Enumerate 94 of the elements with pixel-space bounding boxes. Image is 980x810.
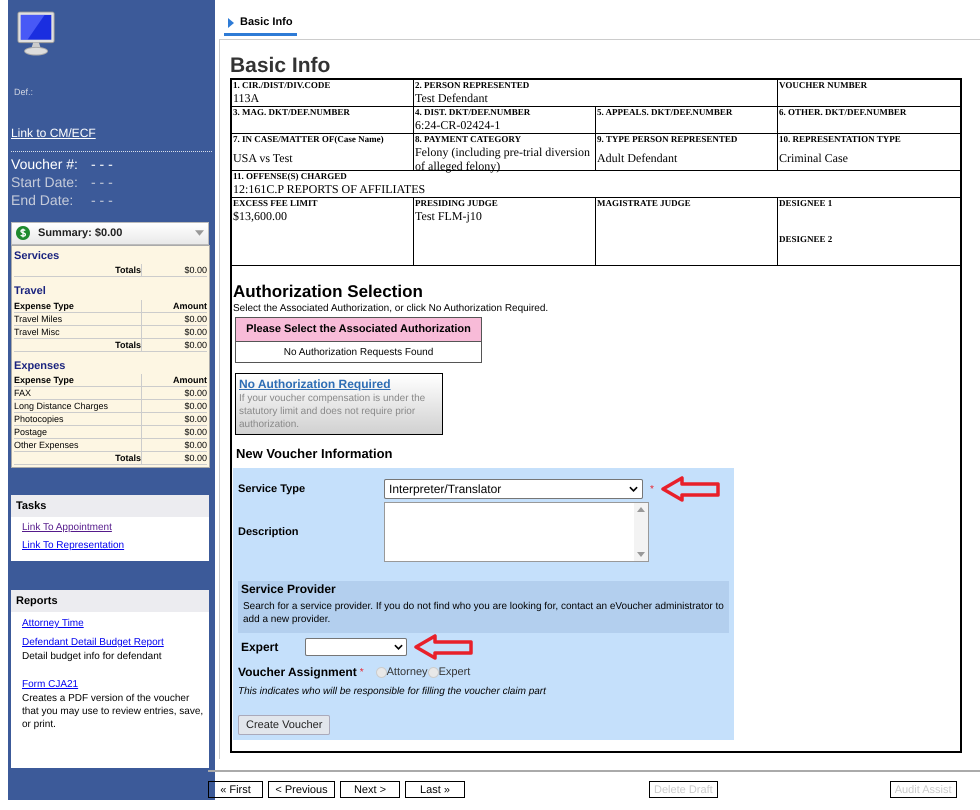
no-authorization-link[interactable]: No Authorization Required [239,377,439,392]
nav-button[interactable]: < Previous [268,780,335,798]
table-cell: Expense Type [14,374,142,386]
field-value: - - - [91,192,113,209]
expert-dropdown[interactable] [305,638,407,656]
section-heading: New Voucher Information [236,446,394,462]
page-title: Basic Info [230,54,332,78]
table-cell: Photocopies [14,413,142,425]
report-link[interactable]: Defendant Detail Budget Report [22,635,209,650]
panel-title: Tasks [16,498,46,514]
report-description: Detail budget info for defendant [22,650,163,663]
field-label: Start Date: [11,174,79,191]
field-label: Service Type [238,482,306,497]
table-cell-text: $0.00 [183,264,207,276]
field-label: Description [238,524,300,540]
table-cell-text: $0.00 [183,413,207,425]
description-field[interactable] [384,502,649,562]
field-label: Voucher Assignment [238,664,357,681]
field-label: Expert [241,639,280,656]
task-link[interactable]: Link To Appointment [22,520,209,535]
caret-icon [195,230,204,236]
table-cell-text: Amount [172,374,207,386]
help-text: Search for a service provider. If you do not find who you are looking for, contact an eVoucher administrator to add a new provider. [242,600,725,626]
table-header: Please Select the Associated Authorization [236,318,481,342]
table-cell: PRESIDING JUDGE Test FLM-j10 [414,198,596,266]
field-value: - - - [91,174,113,191]
report-description: Creates a PDF version of the voucher that you may use to review entries, save, or print. [22,692,204,731]
report-link[interactable]: Form CJA21 [22,677,209,692]
dollar-icon [16,226,30,240]
note-text: If your voucher compensation is under the statutory limit and does not require prior authorization. [239,392,426,431]
table-cell: Other Expenses [14,439,142,451]
field-value: - - - [91,156,113,173]
table-cell: 8. PAYMENT CATEGORY Felony (including pre-trial diversion of alleged felony) [414,134,596,171]
table-cell-text: Amount [172,300,207,312]
panel-title: Reports [16,594,58,609]
scrollbar-icon [634,503,648,561]
table-cell: Postage [14,426,142,438]
nav-button[interactable]: « First [208,780,263,798]
table-cell: 2. PERSON REPRESENTED Test Defendant [414,80,778,107]
table-cell: 7. IN CASE/MATTER OF(Case Name) USA vs Test [232,134,414,171]
table-cell-text: $0.00 [183,452,207,464]
triangle-icon [228,18,234,28]
table-cell-text: $0.00 [183,338,207,350]
note-text: This indicates who will be responsible for filling the voucher claim part [238,685,548,699]
table-cell: DESIGNEE 1 DESIGNEE 2 [778,198,960,266]
nav-button[interactable]: Next > [340,780,400,798]
field-label: End Date: [11,192,74,209]
task-link[interactable]: Link To Representation [22,538,209,553]
table-cell: VOUCHER NUMBER [778,80,960,107]
table-cell: Long Distance Charges [14,400,142,412]
table-cell: Travel Misc [14,326,142,338]
table-cell: MAGISTRATE JUDGE [596,198,778,266]
tab[interactable]: Basic Info [224,12,297,36]
table-cell-text: $0.00 [183,326,207,338]
table-cell: Totals [14,264,142,276]
table-cell: Expense Type [14,300,142,312]
chevron-icon [394,644,403,650]
table-cell-text: $0.00 [183,400,207,412]
table-cell: 10. REPRESENTATION TYPE Criminal Case [778,134,960,171]
section-heading: Authorization Selection [233,282,424,302]
table-cell: FAX [14,387,142,399]
arrow-icon [660,475,722,503]
table-cell: 4. DIST. DKT/DEF.NUMBER 6:24-CR-02424-1 [414,107,596,134]
nav-button[interactable]: Last » [405,780,465,798]
table-cell-text: $0.00 [183,312,207,324]
summary-dropdown[interactable]: Summary: $0.00 [11,222,209,244]
section-heading: Service Provider [241,582,337,597]
create-voucher-button[interactable]: Create Voucher [238,715,330,735]
section-title: Expenses [14,358,66,374]
chevron-icon [629,486,638,492]
arrow-icon [413,633,475,661]
table-cell: EXCESS FEE LIMIT $13,600.00 [232,198,414,266]
cm-ecf-link[interactable]: Link to CM/ECF [11,124,96,142]
table-cell: Totals [14,452,142,464]
required-mark: * [650,482,654,496]
table-cell: 5. APPEALS. DKT/DEF.NUMBER [596,107,778,134]
section-title: Services [14,248,60,264]
service-type-dropdown[interactable]: Interpreter/Translator [384,479,643,499]
table-cell-text: No Authorization Requests Found [282,346,434,360]
table-cell-text: $0.00 [183,387,207,399]
field-label: Voucher #: [11,156,79,173]
table-cell-text: $0.00 [183,439,207,451]
table-cell: Travel Miles [14,312,142,324]
instruction-text: Select the Associated Authorization, or click No Authorization Required. [233,302,550,315]
table-cell: 9. TYPE PERSON REPRESENTED Adult Defendant [596,134,778,171]
defendant-label: Def.: [14,86,34,99]
table-cell: 1. CIR./DIST/DIV.CODE 113A [232,80,414,107]
table-cell: Totals [14,338,142,350]
table-cell: 6. OTHER. DKT/DEF.NUMBER [778,107,960,134]
table-cell: 3. MAG. DKT/DEF.NUMBER [232,107,414,134]
table-cell-text: $0.00 [183,426,207,438]
section-title: Travel [14,284,47,299]
report-link[interactable]: Attorney Time [22,616,209,631]
required-mark: * [360,666,364,680]
